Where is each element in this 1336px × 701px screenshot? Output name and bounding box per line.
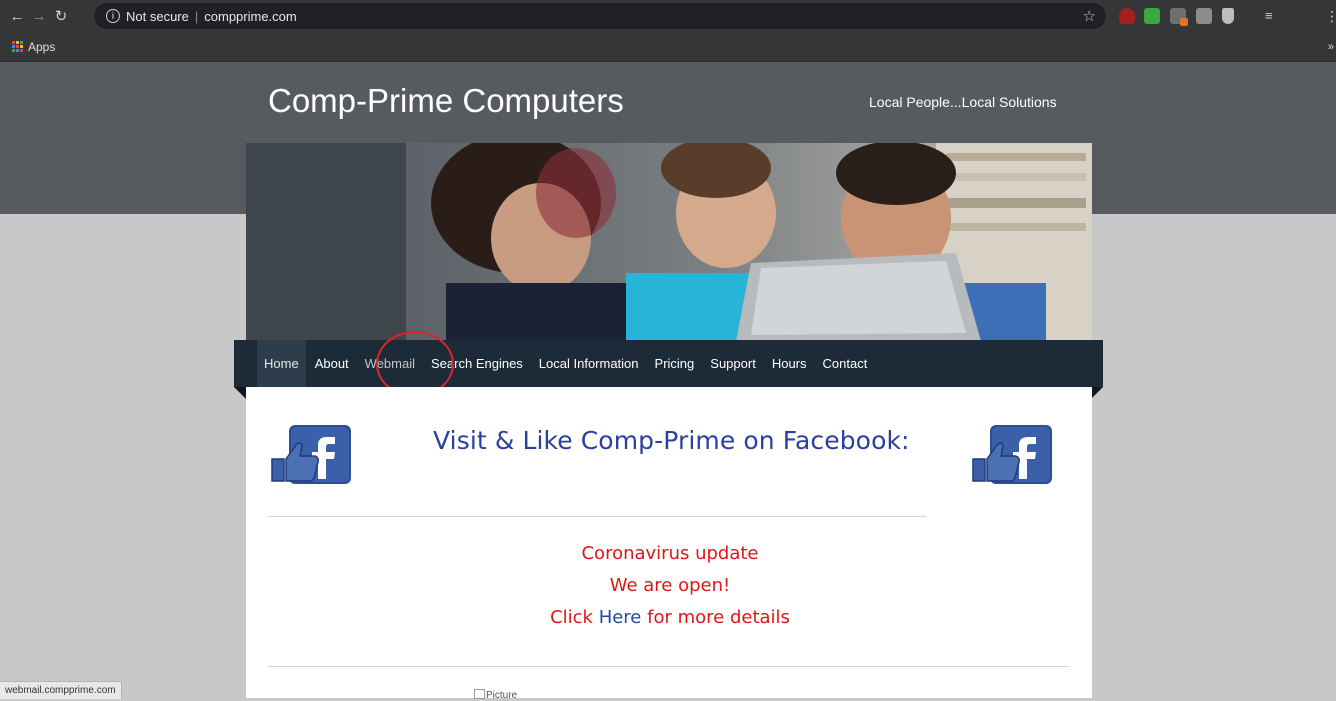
nav-webmail[interactable]: Webmail xyxy=(358,340,422,387)
nav-search-engines[interactable]: Search Engines xyxy=(424,340,530,387)
site-tagline: Local People...Local Solutions xyxy=(869,94,1057,110)
bookmark-star-icon[interactable]: ☆ xyxy=(1083,7,1096,25)
hero-photo-illustration xyxy=(246,143,1092,341)
k-extension-icon[interactable] xyxy=(1196,8,1212,24)
playlist-icon[interactable]: ≡ xyxy=(1265,8,1281,24)
apps-bookmark[interactable]: Apps xyxy=(28,40,55,54)
shield-extension-icon[interactable] xyxy=(1222,8,1234,24)
address-bar[interactable]: i Not secure | compprime.com ☆ xyxy=(94,3,1106,29)
nav-ribbon-fold-left xyxy=(234,387,246,399)
details-line: Click Here for more details xyxy=(470,607,870,628)
tag-extension-icon[interactable] xyxy=(1170,8,1188,26)
facebook-like-icon-right[interactable] xyxy=(971,423,1054,486)
open-notice-line: We are open! xyxy=(609,575,731,596)
site-title[interactable]: Comp-Prime Computers xyxy=(268,82,624,120)
security-label: Not secure xyxy=(126,8,189,24)
hero-image xyxy=(246,143,1092,341)
nav-contact[interactable]: Contact xyxy=(816,340,875,387)
checkmark-extension-icon[interactable] xyxy=(1144,8,1160,24)
reload-icon[interactable]: ↻ xyxy=(50,7,72,25)
more-bookmarks-chevron-icon[interactable]: » xyxy=(1328,41,1334,53)
forward-arrow-icon[interactable]: → xyxy=(28,8,50,25)
browser-toolbar: ← → ↻ i Not secure | compprime.com ☆ ≡ ⋮ xyxy=(0,0,1336,32)
click-text: Click xyxy=(550,607,593,628)
facebook-like-icon[interactable] xyxy=(270,423,353,486)
main-nav: Home About Webmail Search Engines Local … xyxy=(257,340,874,387)
nav-local-information[interactable]: Local Information xyxy=(532,340,646,387)
back-arrow-icon[interactable]: ← xyxy=(6,8,28,25)
url-text: compprime.com xyxy=(204,8,297,24)
status-bar-url: webmail.compprime.com xyxy=(0,681,122,699)
nav-pricing[interactable]: Pricing xyxy=(648,340,702,387)
here-link[interactable]: Here xyxy=(599,607,642,628)
nav-home[interactable]: Home xyxy=(257,340,306,387)
url-separator: | xyxy=(194,8,199,24)
nav-hours[interactable]: Hours xyxy=(765,340,814,387)
menu-dots-icon[interactable]: ⋮ xyxy=(1325,8,1336,24)
details-text: for more details xyxy=(647,607,790,628)
broken-picture: Picture xyxy=(474,689,517,701)
divider xyxy=(268,516,926,517)
facebook-heading[interactable]: Visit & Like Comp-Prime on Facebook: xyxy=(433,426,910,455)
bookmarks-bar: Apps » xyxy=(0,32,1336,62)
ublock-extension-icon[interactable] xyxy=(1119,8,1135,24)
nav-ribbon-fold-right xyxy=(1091,387,1103,399)
broken-picture-alt: Picture xyxy=(486,690,518,701)
divider-bottom xyxy=(268,666,1070,667)
apps-grid-icon[interactable] xyxy=(12,41,23,52)
nav-about[interactable]: About xyxy=(308,340,356,387)
corona-update-line: Coronavirus update xyxy=(581,543,759,564)
info-icon[interactable]: i xyxy=(106,9,120,23)
nav-support[interactable]: Support xyxy=(703,340,763,387)
